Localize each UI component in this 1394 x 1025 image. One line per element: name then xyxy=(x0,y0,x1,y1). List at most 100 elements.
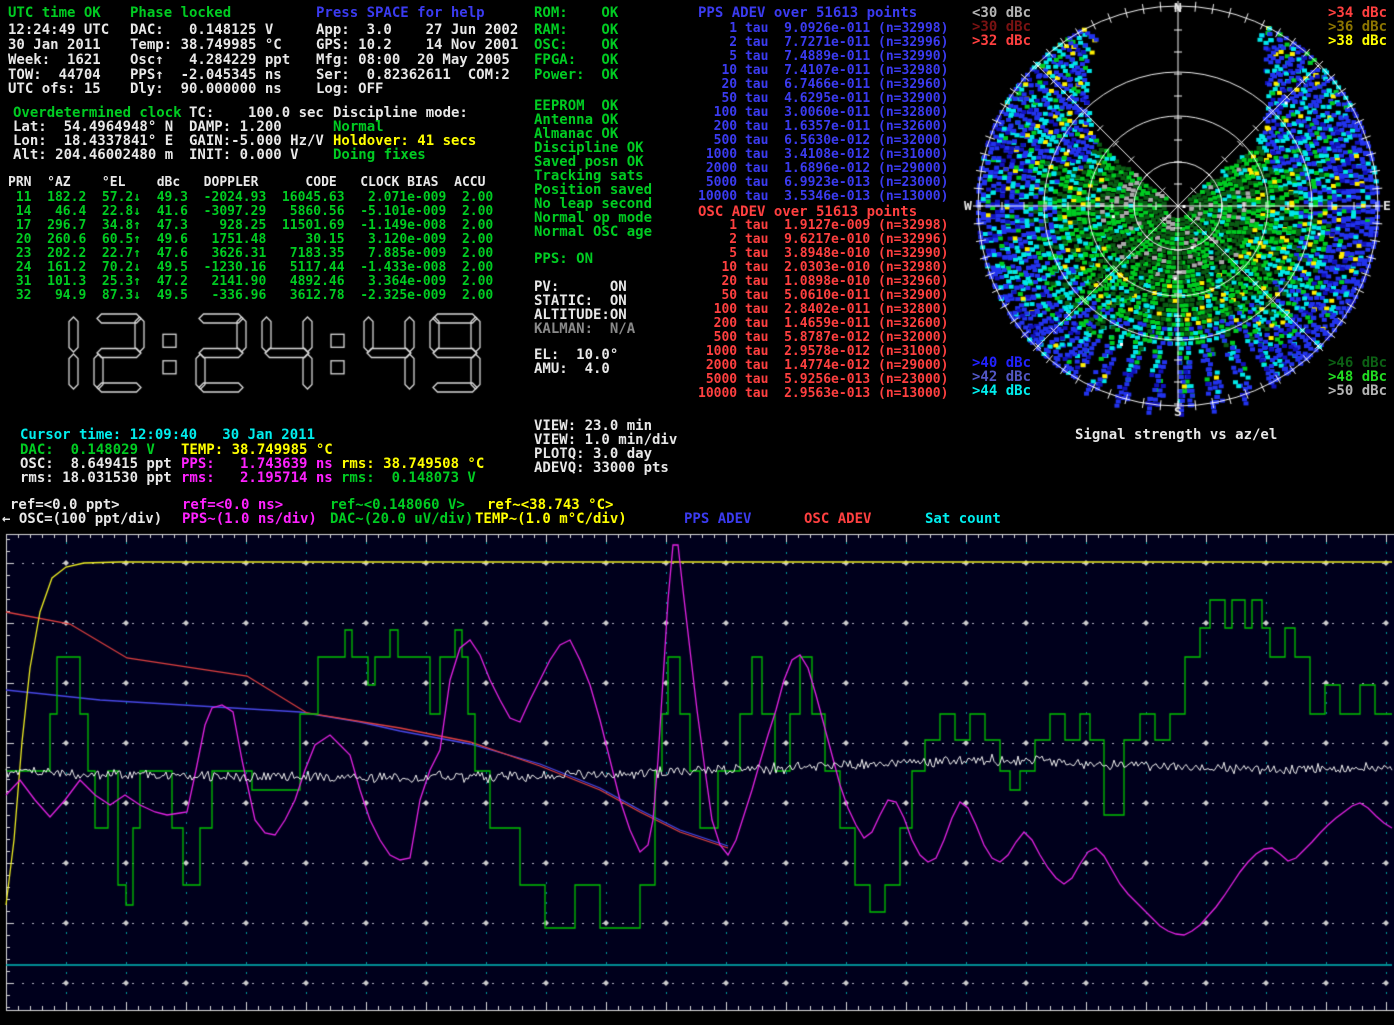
gps-tow: TOW: 44704 xyxy=(8,68,101,82)
osc-adev-row: 5 tau 3.8948e-010 (n=32990) xyxy=(698,247,948,261)
cursor-osc: OSC: 8.649415 ppt xyxy=(20,457,172,471)
legend-gt-42: >42 dBc xyxy=(972,370,1031,384)
legend-lt-30: <30 dBc xyxy=(972,6,1031,20)
rms-temp: rms: 38.749508 °C xyxy=(341,457,484,471)
mfg-info: Mfg: 08:00 20 May 2005 xyxy=(316,53,510,67)
sat-table-row: 32 94.9 87.3↓ 49.5 -336.96 3612.78 -2.32… xyxy=(8,289,493,303)
kalman-status: KALMAN: N/A xyxy=(534,322,635,336)
pps-value: PPS↑ -2.045345 ns xyxy=(130,68,282,82)
dly-value: Dly: 90.000000 ns xyxy=(130,82,282,96)
osc-value: Osc↑ 4.284229 ppt xyxy=(130,53,290,67)
view-span: VIEW: 23.0 min xyxy=(534,419,652,433)
utc-time: 12:24:49 UTC xyxy=(8,23,109,37)
longitude: Lon: 18.4337841° E xyxy=(13,134,173,148)
doing-fixes: Doing fixes xyxy=(333,148,426,162)
fpga-status: FPGA: OK xyxy=(534,53,618,67)
pps-adev-row: 1 tau 9.0926e-011 (n=32998) xyxy=(698,22,948,36)
osc-adev-row: 2 tau 9.6217e-010 (n=32996) xyxy=(698,233,948,247)
osc-age-status: Normal OSC age xyxy=(534,225,652,239)
damp-value: DAMP: 1.200 xyxy=(189,120,282,134)
tc-value: TC: 100.0 sec xyxy=(189,106,324,120)
sat-table-row: 14 46.4 22.8↓ 41.6 -3097.29 5860.56 -5.1… xyxy=(8,205,493,219)
altitude-status: ALTITUDE:ON xyxy=(534,308,627,322)
sat-table-row: 23 202.2 22.7↑ 47.6 3626.31 7183.35 7.88… xyxy=(8,247,493,261)
pps-adev-row: 500 tau 6.5630e-012 (n=32000) xyxy=(698,134,948,148)
amu-mask: AMU: 4.0 xyxy=(534,362,610,376)
dac-value: DAC: 0.148125 V xyxy=(130,23,273,37)
legend-gt-40: >40 dBc xyxy=(972,356,1031,370)
osc-adev-row: 20 tau 1.0898e-010 (n=32960) xyxy=(698,275,948,289)
ref-temp: ref~<38.743 °C> xyxy=(487,498,613,512)
latitude: Lat: 54.4964948° N xyxy=(13,120,173,134)
power-status: Power: OK xyxy=(534,68,618,82)
legend-gt-44: >44 dBc xyxy=(972,384,1031,398)
pps-adev-row: 2000 tau 1.6896e-012 (n=29000) xyxy=(698,162,948,176)
osc-adev-row: 500 tau 5.8787e-012 (n=32000) xyxy=(698,331,948,345)
pps-adev-row: 5000 tau 6.9923e-013 (n=23000) xyxy=(698,176,948,190)
help-hint: Press SPACE for help xyxy=(316,6,485,20)
sat-table-row: 20 260.6 60.5↑ 49.6 1751.48 30.15 3.120e… xyxy=(8,233,493,247)
scale-osc: ← OSC=(100 ppt/div) xyxy=(2,512,162,526)
plot-label-sat-count: Sat count xyxy=(925,512,1001,526)
gps-version: GPS: 10.2 14 Nov 2001 xyxy=(316,38,518,52)
adev-queue: ADEVQ: 33000 pts xyxy=(534,461,669,475)
init-value: INIT: 0.000 V xyxy=(189,148,299,162)
temp-value: Temp: 38.749985 °C xyxy=(130,38,282,52)
position-status: Position saved xyxy=(534,183,652,197)
scale-pps: PPS~(1.0 ns/div) xyxy=(182,512,317,526)
almanac-status: Almanac OK xyxy=(534,127,618,141)
pps-adev-title: PPS ADEV over 51613 points xyxy=(698,6,917,20)
plot-label-pps-adev: PPS ADEV xyxy=(684,512,751,526)
ref-pps: ref=<0.0 ns> xyxy=(182,498,283,512)
polar-caption: Signal strength vs az/el xyxy=(1075,428,1277,442)
legend-gt-38: >38 dBc xyxy=(1328,34,1387,48)
pps-adev-row: 100 tau 3.0060e-011 (n=32800) xyxy=(698,106,948,120)
tracking-status: Tracking sats xyxy=(534,169,644,183)
cursor-time: Cursor time: 12:09:40 30 Jan 2011 xyxy=(20,428,315,442)
gps-monitor-screen: UTC time OK12:24:49 UTC30 Jan 2011Week: … xyxy=(0,0,1394,1025)
osc-adev-row: 10000 tau 2.9563e-013 (n=13000) xyxy=(698,387,948,401)
osc-adev-row: 2000 tau 1.4774e-012 (n=29000) xyxy=(698,359,948,373)
el-mask: EL: 10.0° xyxy=(534,348,618,362)
rom-status: ROM: OK xyxy=(534,6,618,20)
osc-adev-row: 1 tau 1.9127e-009 (n=32998) xyxy=(698,219,948,233)
legend-gt-36: >36 dBc xyxy=(1328,20,1387,34)
pps-adev-row: 5 tau 7.4889e-011 (n=32990) xyxy=(698,50,948,64)
sat-table-row: 31 101.3 25.3↑ 47.2 2141.90 4892.46 3.36… xyxy=(8,275,493,289)
osc-adev-row: 100 tau 2.8402e-011 (n=32800) xyxy=(698,303,948,317)
gain-value: GAIN:-5.000 Hz/V xyxy=(189,134,324,148)
pps-on-status: PPS: ON xyxy=(534,252,593,266)
clock-mode: Overdetermined clock xyxy=(13,106,182,120)
pps-adev-row: 1000 tau 3.4108e-012 (n=31000) xyxy=(698,148,948,162)
ram-status: RAM: OK xyxy=(534,23,618,37)
osc-adev-row: 5000 tau 5.9256e-013 (n=23000) xyxy=(698,373,948,387)
log-status: Log: OFF xyxy=(316,82,383,96)
static-status: STATIC: ON xyxy=(534,294,627,308)
op-mode-status: Normal op mode xyxy=(534,211,652,225)
utc-status: UTC time OK xyxy=(8,6,101,20)
holdover-info: Holdover: 41 secs xyxy=(333,134,476,148)
altitude: Alt: 204.46002480 m xyxy=(13,148,173,162)
rms-dac: rms: 0.148073 V xyxy=(341,471,476,485)
phase-status: Phase locked xyxy=(130,6,231,20)
utc-offset: UTC ofs: 15 xyxy=(8,82,101,96)
sat-table-row: 17 296.7 34.8↑ 47.3 928.25 11501.69 -1.1… xyxy=(8,219,493,233)
osc-adev-row: 10 tau 2.0303e-010 (n=32980) xyxy=(698,261,948,275)
legend-gt-32: >32 dBc xyxy=(972,34,1031,48)
leap-status: No leap second xyxy=(534,197,652,211)
osc-adev-title: OSC ADEV over 51613 points xyxy=(698,205,917,219)
osc-adev-row: 200 tau 1.4659e-011 (n=32600) xyxy=(698,317,948,331)
pv-status: PV: ON xyxy=(534,280,627,294)
app-version: App: 3.0 27 Jun 2002 xyxy=(316,23,518,37)
osc-adev-row: 50 tau 5.0610e-011 (n=32900) xyxy=(698,289,948,303)
saved-posn-status: Saved posn OK xyxy=(534,155,644,169)
legend-gt-34: >34 dBc xyxy=(1328,6,1387,20)
cursor-dac: DAC: 0.148029 V xyxy=(20,443,155,457)
gps-week: Week: 1621 xyxy=(8,53,101,67)
osc-status: OSC: OK xyxy=(534,38,618,52)
pps-adev-row: 200 tau 1.6357e-011 (n=32600) xyxy=(698,120,948,134)
serial-info: Ser: 0.82362611 COM:2 xyxy=(316,68,510,82)
discipline-mode-label: Discipline mode: xyxy=(333,106,468,120)
history-plot[interactable] xyxy=(0,528,1394,1025)
antenna-status: Antenna OK xyxy=(534,113,618,127)
